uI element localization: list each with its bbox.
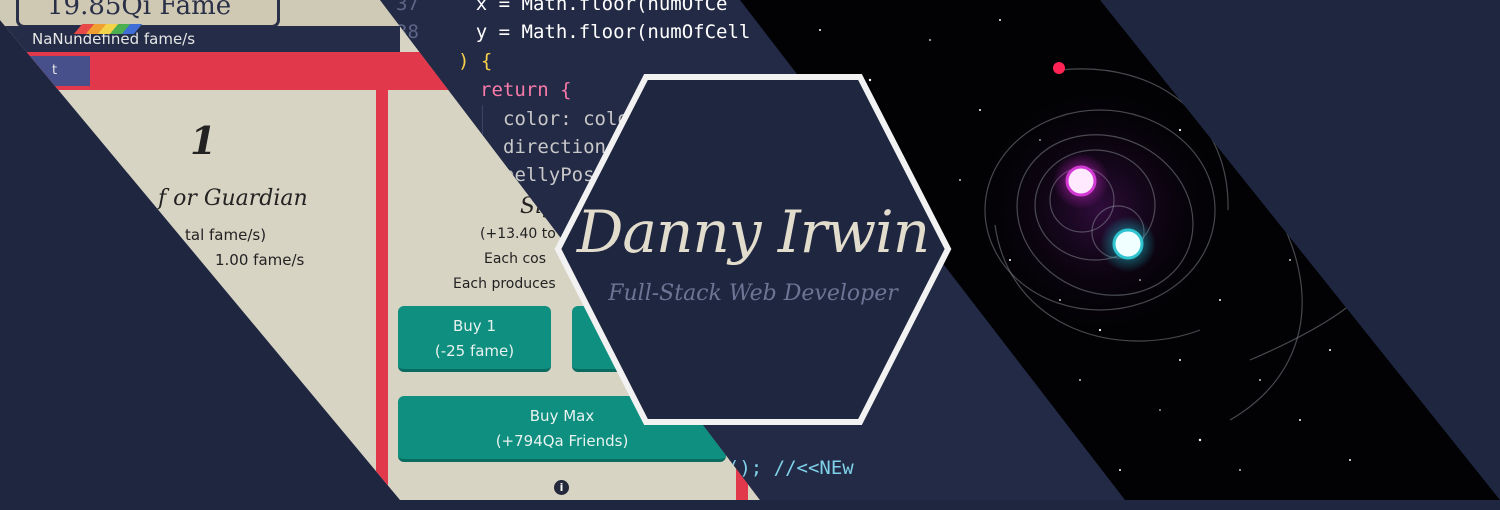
right-card-line2: Each cos — [484, 251, 547, 267]
fame-rate: NaNundefined fame/s — [0, 26, 400, 52]
left-card-title: f or Guardian — [158, 186, 308, 211]
nebula-glow — [970, 80, 1230, 340]
left-card-line1: tal fame/s) — [185, 226, 267, 244]
game-small-button[interactable]: t — [22, 56, 90, 86]
line-number: 37 — [396, 0, 419, 15]
pink-star — [1065, 165, 1097, 197]
buy-max-detail: (+794Qa Friends) — [495, 432, 629, 450]
buy-1-button[interactable]: Buy 1 (-25 fame) — [398, 306, 551, 372]
code-line-38: 38 y = Math.floor(numOfCell — [396, 21, 750, 43]
left-card-count: 1 — [190, 118, 217, 163]
fame-total: 19.85Qi Fame — [16, 0, 280, 28]
code-line-37: 37 x = Math.floor(numOfCe — [396, 0, 727, 15]
right-card-line3: Each produces — [453, 276, 556, 292]
cyan-star — [1112, 228, 1144, 260]
buy-1-label: Buy 1 — [453, 317, 496, 335]
code-text: x = Math.floor(numOfCe — [475, 0, 728, 15]
left-card-line2: 1.00 fame/s — [215, 251, 305, 269]
buy-1-detail: (-25 fame) — [434, 342, 515, 360]
rainbow-stripes — [73, 24, 143, 34]
right-card-line1: (+13.40 to — [480, 226, 556, 242]
hero-role: Full-Stack Web Developer — [608, 281, 898, 306]
hero-name: Danny Irwin — [576, 198, 930, 266]
code-line-brace: ) { — [458, 50, 493, 72]
red-planet — [1053, 62, 1065, 74]
info-icon[interactable]: i — [554, 480, 569, 495]
card-divider — [376, 90, 388, 500]
code-text: y = Math.floor(numOfCell — [475, 21, 751, 43]
